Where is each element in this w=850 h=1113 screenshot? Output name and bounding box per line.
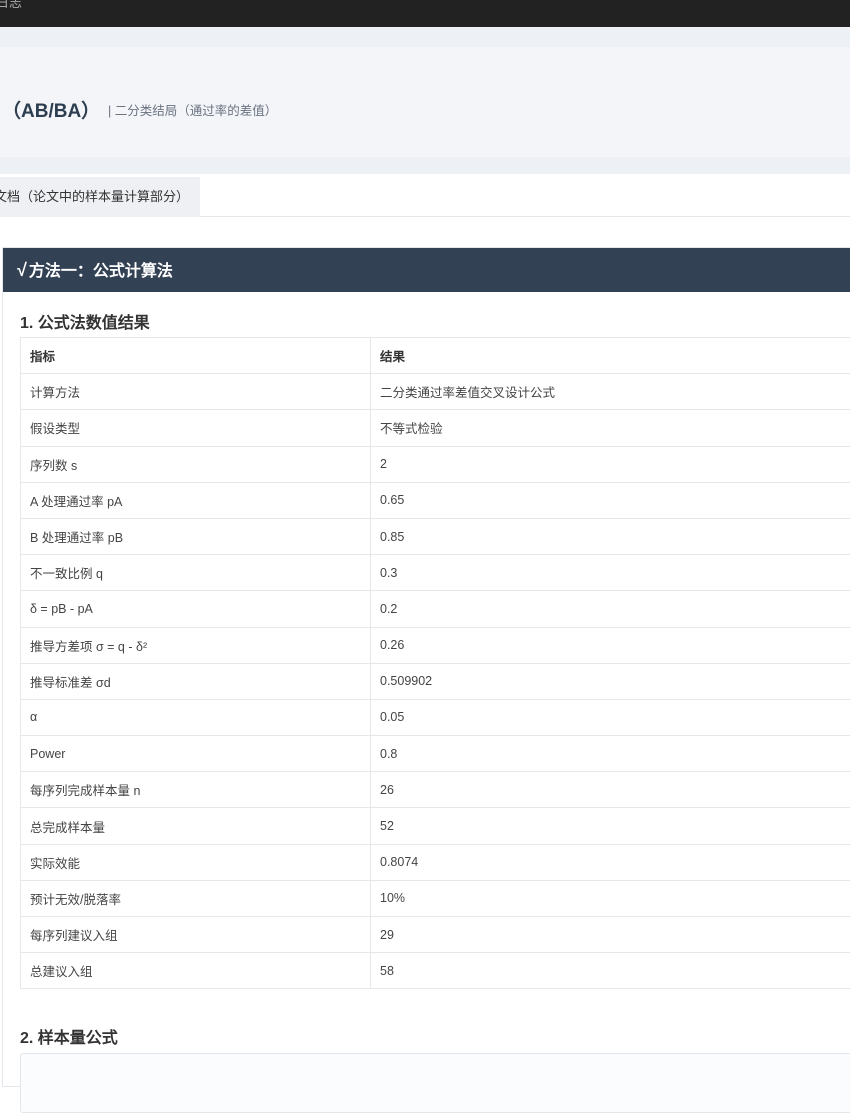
table-cell-metric: 预计无效/脱落率 (21, 880, 371, 916)
table-cell-result: 26 (371, 772, 850, 808)
table-row: B 处理通过率 pB0.85 (21, 518, 850, 554)
table-row: A 处理通过率 pA0.65 (21, 482, 850, 518)
table-cell-result: 52 (371, 808, 850, 844)
page-title: （AB/BA） (2, 96, 100, 123)
table-cell-metric: 序列数 s (21, 446, 371, 482)
tab-divider (200, 216, 850, 217)
table-cell-metric: 每序列建议入组 (21, 917, 371, 953)
table-cell-result: 58 (371, 953, 850, 989)
table-row: 不一致比例 q0.3 (21, 555, 850, 591)
table-row: 假设类型不等式检验 (21, 410, 850, 446)
table-cell-metric: 不一致比例 q (21, 555, 371, 591)
section-sample-size-formula-title: 2. 样本量公式 (20, 1024, 118, 1048)
tab-document-label: 文档（论文中的样本量计算部分） (0, 189, 189, 204)
table-cell-metric: 每序列完成样本量 n (21, 772, 371, 808)
table-cell-result: 10% (371, 880, 850, 916)
table-cell-metric: 总完成样本量 (21, 808, 371, 844)
nav-log-link[interactable]: 日志 (0, 0, 22, 11)
table-cell-result: 0.2 (371, 591, 850, 627)
table-cell-metric: A 处理通过率 pA (21, 482, 371, 518)
table-row: 序列数 s2 (21, 446, 850, 482)
table-row: Power0.8 (21, 736, 850, 772)
table-row: 计算方法二分类通过率差值交叉设计公式 (21, 374, 850, 410)
table-cell-result: 0.65 (371, 482, 850, 518)
table-header-row: 指标 结果 (21, 338, 850, 374)
table-cell-metric: 假设类型 (21, 410, 371, 446)
section-numeric-results-title: 1. 公式法数值结果 (20, 309, 150, 333)
table-cell-result: 2 (371, 446, 850, 482)
card-header: √方法一：公式计算法 (3, 248, 850, 292)
table-row: 推导标准差 σd0.509902 (21, 663, 850, 699)
column-header-result: 结果 (371, 338, 850, 374)
card-title: 方法一：公式计算法 (29, 263, 173, 280)
table-cell-metric: 总建议入组 (21, 953, 371, 989)
column-header-metric: 指标 (21, 338, 371, 374)
method-one-card: √方法一：公式计算法 1. 公式法数值结果 指标 结果 计算方法二分类通过率差值… (2, 247, 850, 1087)
table-row: 每序列完成样本量 n26 (21, 772, 850, 808)
table-cell-result: 0.26 (371, 627, 850, 663)
table-cell-metric: α (21, 699, 371, 735)
table-cell-result: 不等式检验 (371, 410, 850, 446)
table-cell-result: 0.3 (371, 555, 850, 591)
table-cell-metric: 实际效能 (21, 844, 371, 880)
square-root-icon: √ (17, 260, 27, 280)
table-cell-result: 二分类通过率差值交叉设计公式 (371, 374, 850, 410)
table-row: 总完成样本量52 (21, 808, 850, 844)
results-table: 指标 结果 计算方法二分类通过率差值交叉设计公式假设类型不等式检验序列数 s2A… (20, 337, 850, 989)
table-cell-result: 0.8 (371, 736, 850, 772)
table-row: 总建议入组58 (21, 953, 850, 989)
table-cell-metric: 推导方差项 σ = q - δ² (21, 627, 371, 663)
table-cell-result: 0.85 (371, 518, 850, 554)
page-subtitle: | 二分类结局（通过率的差值） (108, 100, 277, 119)
table-cell-result: 29 (371, 917, 850, 953)
table-cell-metric: 计算方法 (21, 374, 371, 410)
table-row: 预计无效/脱落率10% (21, 880, 850, 916)
table-row: 推导方差项 σ = q - δ²0.26 (21, 627, 850, 663)
table-cell-metric: Power (21, 736, 371, 772)
table-cell-metric: 推导标准差 σd (21, 663, 371, 699)
table-row: 实际效能0.8074 (21, 844, 850, 880)
table-row: 每序列建议入组29 (21, 917, 850, 953)
top-nav-bar: 日志 (0, 0, 850, 27)
formula-box (20, 1053, 850, 1113)
table-cell-result: 0.8074 (371, 844, 850, 880)
table-row: α0.05 (21, 699, 850, 735)
table-cell-metric: δ = pB - pA (21, 591, 371, 627)
table-cell-metric: B 处理通过率 pB (21, 518, 371, 554)
table-cell-result: 0.05 (371, 699, 850, 735)
table-cell-result: 0.509902 (371, 663, 850, 699)
table-row: δ = pB - pA0.2 (21, 591, 850, 627)
tab-document[interactable]: 文档（论文中的样本量计算部分） (0, 177, 200, 217)
